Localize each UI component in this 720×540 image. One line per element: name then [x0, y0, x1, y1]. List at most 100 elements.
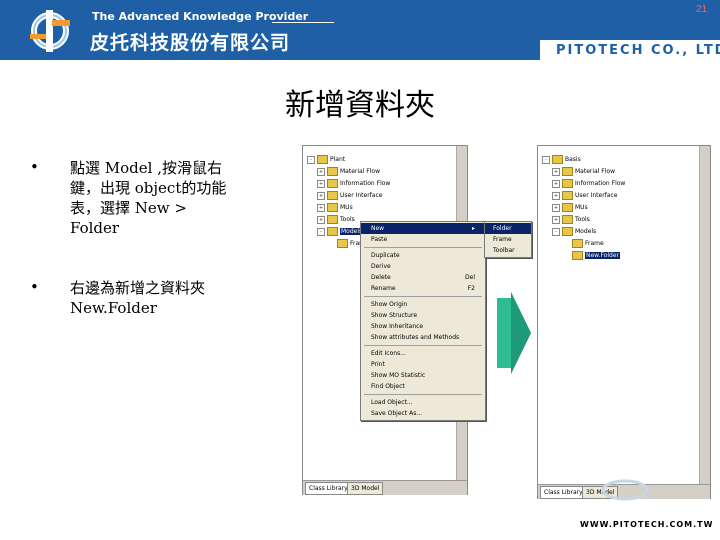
collapse-icon[interactable]: - [307, 155, 315, 164]
tree-item-label: Frame [585, 240, 604, 247]
menu-item[interactable]: Edit Icons... [361, 348, 485, 359]
tree-view: - Basis + Material Flow + Information Flow + Us… [542, 154, 625, 262]
company-logo-icon [30, 10, 70, 52]
tree-item-label: Models [575, 228, 597, 235]
tree-item[interactable]: + User Interface [307, 190, 390, 202]
tree-item[interactable]: + MUs [307, 202, 390, 214]
folder-icon [327, 179, 338, 188]
menu-shortcut: F2 [467, 285, 475, 292]
menu-separator [364, 247, 482, 248]
expand-icon[interactable]: + [552, 215, 560, 224]
folder-icon [327, 167, 338, 176]
tree-item[interactable]: + MUs [542, 202, 625, 214]
folder-icon [572, 251, 583, 260]
expand-icon[interactable]: + [317, 215, 325, 224]
menu-item[interactable]: Show MO Statistic [361, 370, 485, 381]
menu-item-label: Duplicate [371, 252, 400, 259]
expand-icon[interactable]: + [317, 191, 325, 200]
submenu-item-label: Folder [493, 225, 512, 232]
tree-item-label: Plant [330, 156, 346, 163]
expand-icon[interactable]: + [317, 167, 325, 176]
folder-icon [562, 215, 573, 224]
expand-icon[interactable]: + [552, 179, 560, 188]
tree-item[interactable]: - Models [542, 226, 625, 238]
folder-icon [327, 215, 338, 224]
menu-item[interactable]: Show attributes and Methods [361, 332, 485, 343]
menu-item[interactable]: Delete Del [361, 272, 485, 283]
menu-item-label: Paste [371, 236, 388, 243]
tree-item[interactable]: - Plant [307, 154, 390, 166]
expand-icon[interactable]: + [317, 179, 325, 188]
website-url: WWW.PITOTECH.COM.TW [580, 520, 714, 529]
folder-icon [562, 227, 573, 236]
menu-item[interactable]: Rename F2 [361, 283, 485, 294]
tree-item[interactable]: + Tools [542, 214, 625, 226]
slide-title: 新增資料夾 [285, 88, 435, 123]
menu-item-label: Show Structure [371, 312, 418, 319]
expand-icon[interactable]: + [552, 167, 560, 176]
menu-item[interactable]: Print [361, 359, 485, 370]
tree-item[interactable]: New.Folder [542, 250, 625, 262]
collapse-icon[interactable]: - [552, 227, 560, 236]
submenu-item[interactable]: Frame [485, 234, 531, 245]
menu-item[interactable]: New ▸ [361, 223, 485, 234]
tree-item[interactable]: Frame [542, 238, 625, 250]
folder-icon [562, 167, 573, 176]
menu-item[interactable]: Derive [361, 261, 485, 272]
tree-item[interactable]: + Information Flow [542, 178, 625, 190]
menu-item[interactable]: Load Object... [361, 397, 485, 408]
menu-item-label: Show MO Statistic [371, 372, 426, 379]
tree-item-label: User Interface [575, 192, 618, 199]
submenu-item[interactable]: Folder [485, 223, 531, 234]
tab-3d-model[interactable]: 3D Model [347, 482, 384, 495]
submenu-arrow-icon: ▸ [471, 225, 475, 232]
company-name-english: PITOTECH CO., LTD. [556, 43, 720, 58]
vertical-scrollbar[interactable] [699, 146, 710, 484]
menu-item[interactable]: Show Inheritance [361, 321, 485, 332]
folder-icon [337, 239, 348, 248]
menu-item-label: Derive [371, 263, 391, 270]
collapse-icon[interactable]: - [317, 227, 325, 236]
tab-class-library[interactable]: Class Library [305, 482, 352, 495]
tree-item-label: MUs [575, 204, 588, 211]
menu-item-label: Save Object As... [371, 410, 423, 417]
folder-icon [572, 239, 583, 248]
folder-icon [317, 155, 328, 164]
menu-separator [364, 394, 482, 395]
menu-item[interactable]: Paste [361, 234, 485, 245]
folder-icon [562, 191, 573, 200]
expand-icon[interactable]: + [317, 203, 325, 212]
menu-item-label: Show attributes and Methods [371, 334, 460, 341]
menu-item-label: Show Origin [371, 301, 408, 308]
menu-shortcut: Del [465, 274, 475, 281]
menu-separator [364, 296, 482, 297]
tree-item-label: Material Flow [575, 168, 615, 175]
folder-icon [562, 203, 573, 212]
menu-item[interactable]: Duplicate [361, 250, 485, 261]
tree-item[interactable]: - Basis [542, 154, 625, 166]
submenu-item[interactable]: Toolbar [485, 245, 531, 256]
tree-item[interactable]: + Material Flow [542, 166, 625, 178]
menu-item-label: Delete [371, 274, 391, 281]
tab-bar: Class Library 3D Model [303, 480, 467, 495]
expand-icon[interactable]: + [552, 191, 560, 200]
tree-item[interactable]: + Material Flow [307, 166, 390, 178]
tree-item[interactable]: + User Interface [542, 190, 625, 202]
tree-item[interactable]: + Information Flow [307, 178, 390, 190]
folder-icon [552, 155, 563, 164]
tree-item-label: Tools [340, 216, 355, 223]
tagline-divider [272, 22, 334, 23]
collapse-icon[interactable]: - [542, 155, 550, 164]
expand-icon[interactable]: + [552, 203, 560, 212]
tree-item-label: Information Flow [340, 180, 391, 187]
menu-item[interactable]: Show Origin [361, 299, 485, 310]
right-arrow-icon [497, 292, 531, 374]
tab-class-library[interactable]: Class Library [540, 486, 587, 499]
menu-item[interactable]: Save Object As... [361, 408, 485, 419]
tree-item-label: User Interface [340, 192, 383, 199]
folder-icon [327, 227, 338, 236]
menu-item[interactable]: Show Structure [361, 310, 485, 321]
menu-item[interactable]: Find Object [361, 381, 485, 392]
tree-item-label: Basis [565, 156, 581, 163]
tree-item-label: New.Folder [585, 252, 620, 259]
